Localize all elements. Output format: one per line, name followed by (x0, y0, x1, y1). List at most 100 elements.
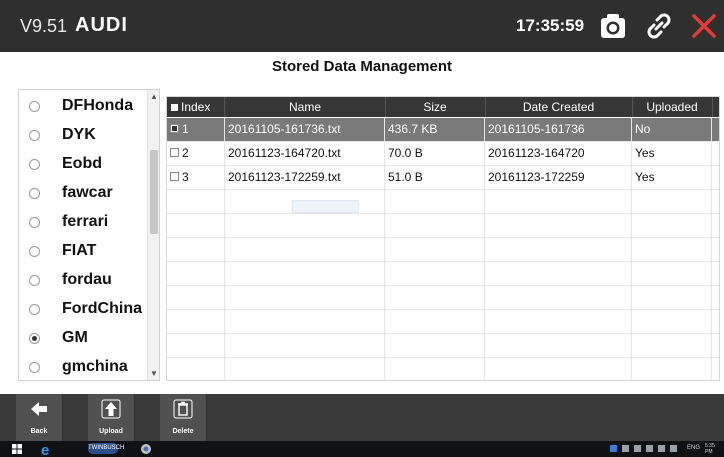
index-cell: 2 (167, 142, 225, 165)
radio-button[interactable] (29, 159, 40, 170)
arrow-left-icon (31, 402, 47, 416)
brand-item-dfhonda[interactable]: DFHonda (19, 92, 147, 121)
brand-label: ferrari (62, 213, 109, 230)
radio-button[interactable] (29, 362, 40, 373)
keyboard-icon[interactable] (670, 445, 677, 452)
brand-label: DFHonda (62, 97, 134, 114)
uploaded-cell: Yes (632, 166, 712, 189)
row-checkbox[interactable] (170, 148, 179, 158)
column-name[interactable]: Name (225, 97, 386, 117)
radio-button[interactable] (29, 217, 40, 228)
upload-label: Upload (99, 428, 123, 435)
network-icon[interactable] (622, 445, 629, 452)
name-cell: 20161123-164720.txt (225, 142, 385, 165)
brand-label: GM (62, 329, 88, 346)
brand-label: Eobd (62, 155, 102, 172)
table-row[interactable]: 3 20161123-172259.txt 51.0 B 20161123-17… (167, 166, 719, 190)
brand-item-ferrari[interactable]: ferrari (19, 208, 147, 237)
internet-explorer-icon[interactable]: e (40, 442, 54, 456)
brand-label: fawcar (62, 184, 113, 201)
back-button[interactable]: Back (16, 394, 63, 441)
clock-time: 17:35:59 (516, 16, 585, 35)
cloud-icon[interactable] (646, 445, 653, 452)
index-cell: 1 (167, 118, 225, 141)
arrow-up-icon (101, 399, 121, 419)
radio-button[interactable] (29, 101, 40, 112)
trash-icon (173, 399, 193, 419)
radio-button[interactable] (29, 275, 40, 286)
table-row-empty (167, 214, 719, 238)
brand-item-eobd[interactable]: Eobd (19, 150, 147, 179)
windows-start-icon[interactable] (12, 444, 22, 454)
column-index[interactable]: Index (167, 97, 225, 117)
date-cell: 20161105-161736 (485, 118, 632, 141)
table-row-empty (167, 262, 719, 286)
brand-item-gm[interactable]: GM (19, 324, 147, 353)
version-label: V9.51 (20, 16, 68, 36)
vehicle-brand-list: DFHonda DYK Eobd fawcar ferrari FIAT for… (18, 89, 160, 381)
close-button[interactable] (687, 9, 721, 43)
vehicle-brand-title: AUDI (75, 14, 128, 36)
size-cell: 436.7 KB (385, 118, 485, 141)
brand-item-dyk[interactable]: DYK (19, 121, 147, 150)
scroll-up-icon[interactable]: ▲ (150, 93, 158, 101)
scroll-down-icon[interactable]: ▼ (150, 370, 158, 378)
language-indicator[interactable]: ENG (687, 445, 700, 451)
delete-label: Delete (172, 428, 194, 435)
connection-button[interactable] (642, 9, 676, 43)
page-title: Stored Data Management (271, 58, 453, 75)
radio-button[interactable] (29, 188, 40, 199)
brand-label: FIAT (62, 242, 97, 259)
select-all-checkbox[interactable] (171, 104, 178, 112)
windows-taskbar: e TWINBUSCH ENG 5:35 PM (0, 441, 724, 457)
name-cell: 20161105-161736.txt (225, 118, 385, 141)
table-row-empty (167, 238, 719, 262)
pen-icon[interactable] (658, 445, 665, 452)
uploaded-cell: Yes (632, 142, 712, 165)
camera-icon (601, 14, 625, 38)
brand-item-gmchina[interactable]: gmchina (19, 353, 147, 380)
radio-button[interactable] (29, 130, 40, 141)
svg-text:e: e (41, 442, 49, 456)
system-tray: ENG 5:35 PM (610, 443, 720, 455)
row-checkbox[interactable] (170, 124, 179, 134)
brand-label: FordChina (62, 300, 142, 317)
brand-item-fiat[interactable]: FIAT (19, 237, 147, 266)
volume-icon[interactable] (634, 445, 641, 452)
brand-label: fordau (62, 271, 112, 288)
back-label: Back (30, 428, 48, 435)
table-row[interactable]: 2 20161123-164720.txt 70.0 B 20161123-16… (167, 142, 719, 166)
list-scrollbar[interactable]: ▲ ▼ (147, 90, 159, 380)
delete-button[interactable]: Delete (160, 394, 207, 441)
brand-item-fawcar[interactable]: fawcar (19, 179, 147, 208)
radio-button[interactable] (29, 304, 40, 315)
bottom-toolbar: Back Upload Delete (0, 394, 724, 441)
screenshot-button[interactable] (598, 11, 628, 41)
uploaded-cell: No (632, 118, 712, 141)
date-cell: 20161123-172259 (485, 166, 632, 189)
row-checkbox[interactable] (170, 172, 179, 182)
app-icon[interactable] (140, 443, 152, 455)
size-cell: 51.0 B (385, 166, 485, 189)
radio-button-selected[interactable] (29, 333, 40, 344)
taskbar-clock[interactable]: 5:35 PM (705, 443, 720, 455)
column-size[interactable]: Size (385, 97, 486, 117)
name-cell: 20161123-172259.txt (225, 166, 385, 189)
index-cell: 3 (167, 166, 225, 189)
taskbar-app-twinbusch[interactable]: TWINBUSCH (88, 443, 124, 454)
column-uploaded[interactable]: Uploaded (632, 97, 713, 117)
brand-item-fordau[interactable]: fordau (19, 266, 147, 295)
scroll-thumb[interactable] (150, 150, 158, 234)
table-row-empty (167, 286, 719, 310)
table-row[interactable]: 1 20161105-161736.txt 436.7 KB 20161105-… (167, 118, 719, 142)
upload-button[interactable]: Upload (88, 394, 135, 441)
radio-button[interactable] (29, 246, 40, 257)
size-cell: 70.0 B (385, 142, 485, 165)
column-date-created[interactable]: Date Created (485, 97, 633, 117)
table-row-empty (167, 358, 719, 380)
date-cell: 20161123-164720 (485, 142, 632, 165)
brand-item-fordchina[interactable]: FordChina (19, 295, 147, 324)
link-icon (647, 13, 671, 39)
tray-app-icon[interactable] (610, 445, 617, 452)
app-header: V9.51 AUDI 17:35:59 (0, 0, 724, 52)
